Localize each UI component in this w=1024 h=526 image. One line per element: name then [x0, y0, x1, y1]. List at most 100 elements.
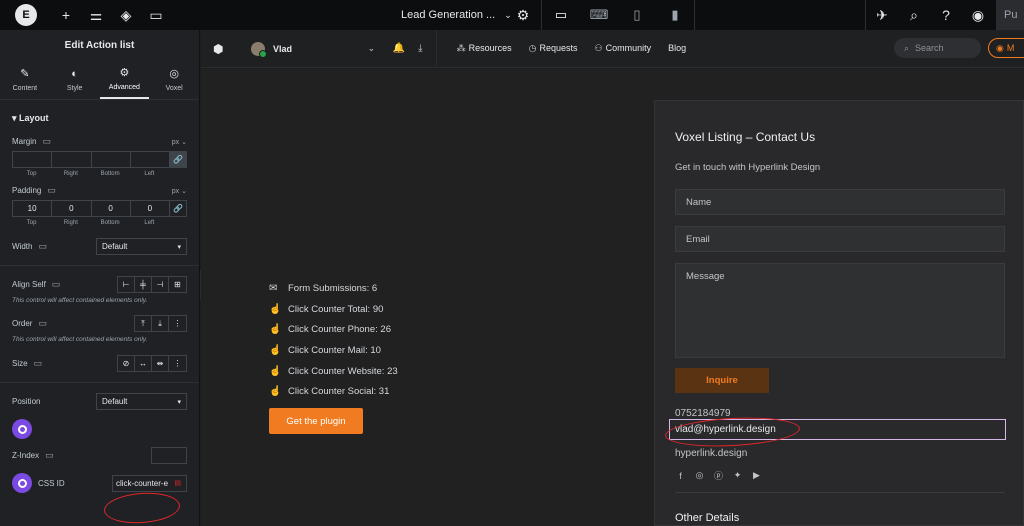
- download-icon[interactable]: ⤓: [418, 43, 422, 54]
- order-label: Order: [12, 319, 33, 328]
- account-button[interactable]: ◉ M: [988, 38, 1024, 58]
- monitor-icon[interactable]: ▭: [38, 241, 47, 252]
- preview-eye-icon[interactable]: ◉: [962, 0, 994, 30]
- link-values-icon[interactable]: 🔗: [169, 151, 187, 168]
- elementor-logo-icon[interactable]: E: [15, 4, 37, 26]
- half-circle-icon: ◐: [71, 67, 78, 80]
- list-item[interactable]: ☝ Click Counter Social: 31: [269, 381, 398, 402]
- padding-right-input[interactable]: 0: [51, 200, 91, 217]
- contact-subtitle: Get in touch with Hyperlink Design: [675, 162, 821, 173]
- padding-top-input[interactable]: 10: [12, 200, 52, 217]
- monitor-icon[interactable]: ▭: [38, 318, 47, 329]
- monitor-icon[interactable]: ▭: [45, 450, 54, 461]
- size-grow-icon[interactable]: ↔: [135, 356, 152, 371]
- comment-icon[interactable]: ▭: [141, 0, 171, 30]
- order-last-icon[interactable]: ⤓: [152, 316, 169, 331]
- nav-blog[interactable]: Blog: [668, 43, 686, 54]
- search-icon[interactable]: ⌕: [898, 0, 930, 30]
- width-label: Width: [12, 242, 33, 251]
- twitter-icon[interactable]: ✦: [732, 470, 743, 481]
- tab-style[interactable]: ◐ Style: [50, 60, 100, 99]
- tab-content[interactable]: ✎ Content: [0, 60, 50, 99]
- help-icon[interactable]: ?: [930, 0, 962, 30]
- list-item[interactable]: ☝ Click Counter Phone: 26: [269, 319, 398, 340]
- editor-topbar: E + ⚌ ◈ ▭ Lead Generation ... ⌄ ⚙ ▭ ⌨ ▯ …: [0, 0, 1024, 30]
- zindex-label: Z-Index: [12, 451, 40, 460]
- search-input[interactable]: ⌕ Search: [894, 38, 981, 58]
- margin-left-input[interactable]: [129, 151, 169, 168]
- divider: [675, 492, 1005, 493]
- responsive-mode-switcher: ▭ ⌨ ▯ ▮: [541, 0, 695, 30]
- position-select[interactable]: Default ▾: [96, 393, 187, 410]
- youtube-icon[interactable]: ▶: [751, 470, 762, 481]
- mobile-icon[interactable]: ▮: [656, 0, 694, 30]
- list-item[interactable]: ✉ Form Submissions: 6: [269, 278, 398, 299]
- email-field[interactable]: Email: [675, 226, 1005, 252]
- margin-bottom-input[interactable]: [90, 151, 130, 168]
- monitor-icon[interactable]: ▭: [52, 279, 61, 290]
- margin-top-input[interactable]: [12, 151, 52, 168]
- align-center-icon[interactable]: ╪: [135, 277, 152, 292]
- width-select[interactable]: Default ▾: [96, 238, 187, 255]
- inquire-button[interactable]: Inquire: [675, 368, 769, 393]
- order-note: This control will affect contained eleme…: [12, 336, 148, 343]
- name-field[interactable]: Name: [675, 189, 1005, 215]
- facebook-icon[interactable]: f: [675, 470, 686, 481]
- nav-resources[interactable]: ⁂ Resources: [457, 43, 512, 54]
- publish-button[interactable]: Pu: [996, 0, 1024, 30]
- website-link[interactable]: hyperlink.design: [675, 448, 747, 459]
- message-field[interactable]: Message: [675, 263, 1005, 358]
- section-layout-toggle[interactable]: ▾ Layout: [0, 100, 199, 130]
- section-title: Layout: [19, 113, 49, 123]
- sliders-icon[interactable]: ⚌: [81, 0, 111, 30]
- align-self-control: Align Self ▭ ⊢ ╪ ⊣ ⊞: [0, 276, 199, 293]
- tab-advanced[interactable]: ⚙ Advanced: [99, 60, 150, 99]
- align-stretch-icon[interactable]: ⊞: [169, 277, 186, 292]
- cube-logo-icon[interactable]: ⬢: [213, 42, 231, 56]
- nav-requests[interactable]: ◷ Requests: [529, 43, 578, 54]
- margin-inputs: 🔗: [12, 151, 187, 168]
- instagram-icon[interactable]: ◎: [694, 470, 705, 481]
- bell-icon[interactable]: 🔔: [393, 43, 405, 54]
- monitor-icon[interactable]: ▭: [42, 136, 51, 147]
- tab-label: Voxel: [165, 85, 183, 92]
- pinterest-icon[interactable]: ⓟ: [713, 470, 724, 481]
- padding-unit-select[interactable]: px ⌄: [172, 187, 187, 195]
- align-start-icon[interactable]: ⊢: [118, 277, 135, 292]
- list-item[interactable]: ☝ Click Counter Total: 90: [269, 299, 398, 320]
- monitor-icon[interactable]: ▭: [34, 358, 43, 369]
- size-none-icon[interactable]: ⊘: [118, 356, 135, 371]
- settings-gear-icon[interactable]: ⚙: [508, 0, 538, 30]
- list-item[interactable]: ☝ Click Counter Mail: 10: [269, 340, 398, 361]
- align-end-icon[interactable]: ⊣: [152, 277, 169, 292]
- css-id-input[interactable]: click-counter-e ▤: [112, 474, 187, 492]
- padding-bottom-input[interactable]: 0: [90, 200, 130, 217]
- list-item[interactable]: ☝ Click Counter Website: 23: [269, 361, 398, 382]
- phone-link[interactable]: 0752184979: [675, 408, 731, 419]
- padding-left-input[interactable]: 0: [129, 200, 169, 217]
- dynamic-tags-icon[interactable]: ▤: [174, 479, 181, 487]
- zindex-input[interactable]: [151, 447, 187, 464]
- order-first-icon[interactable]: ⤒: [135, 316, 152, 331]
- size-shrink-icon[interactable]: ⇹: [152, 356, 169, 371]
- tab-voxel[interactable]: ◎ Voxel: [149, 60, 199, 99]
- divider: [0, 382, 199, 383]
- more-options-icon[interactable]: ⋮: [169, 316, 186, 331]
- voxel-dynamic-tag-icon[interactable]: [12, 473, 32, 493]
- desktop-icon[interactable]: ▭: [542, 0, 580, 30]
- tablet-icon[interactable]: ▯: [618, 0, 656, 30]
- get-plugin-button[interactable]: Get the plugin: [269, 408, 363, 434]
- add-icon[interactable]: +: [51, 0, 81, 30]
- user-menu[interactable]: Vlad ⌄: [251, 41, 375, 58]
- rocket-icon[interactable]: ✈: [866, 0, 898, 30]
- voxel-dynamic-tag-icon[interactable]: [12, 419, 32, 439]
- more-options-icon[interactable]: ⋮: [169, 356, 186, 371]
- panel-tabs: ✎ Content ◐ Style ⚙ Advanced ◎ Voxel: [0, 60, 199, 100]
- monitor-icon[interactable]: ▭: [47, 185, 56, 196]
- layers-icon[interactable]: ◈: [111, 0, 141, 30]
- margin-unit-select[interactable]: px ⌄: [172, 138, 187, 146]
- laptop-icon[interactable]: ⌨: [580, 0, 618, 30]
- margin-right-input[interactable]: [51, 151, 91, 168]
- nav-community[interactable]: ⚇ Community: [595, 43, 652, 54]
- link-values-icon[interactable]: 🔗: [169, 200, 187, 217]
